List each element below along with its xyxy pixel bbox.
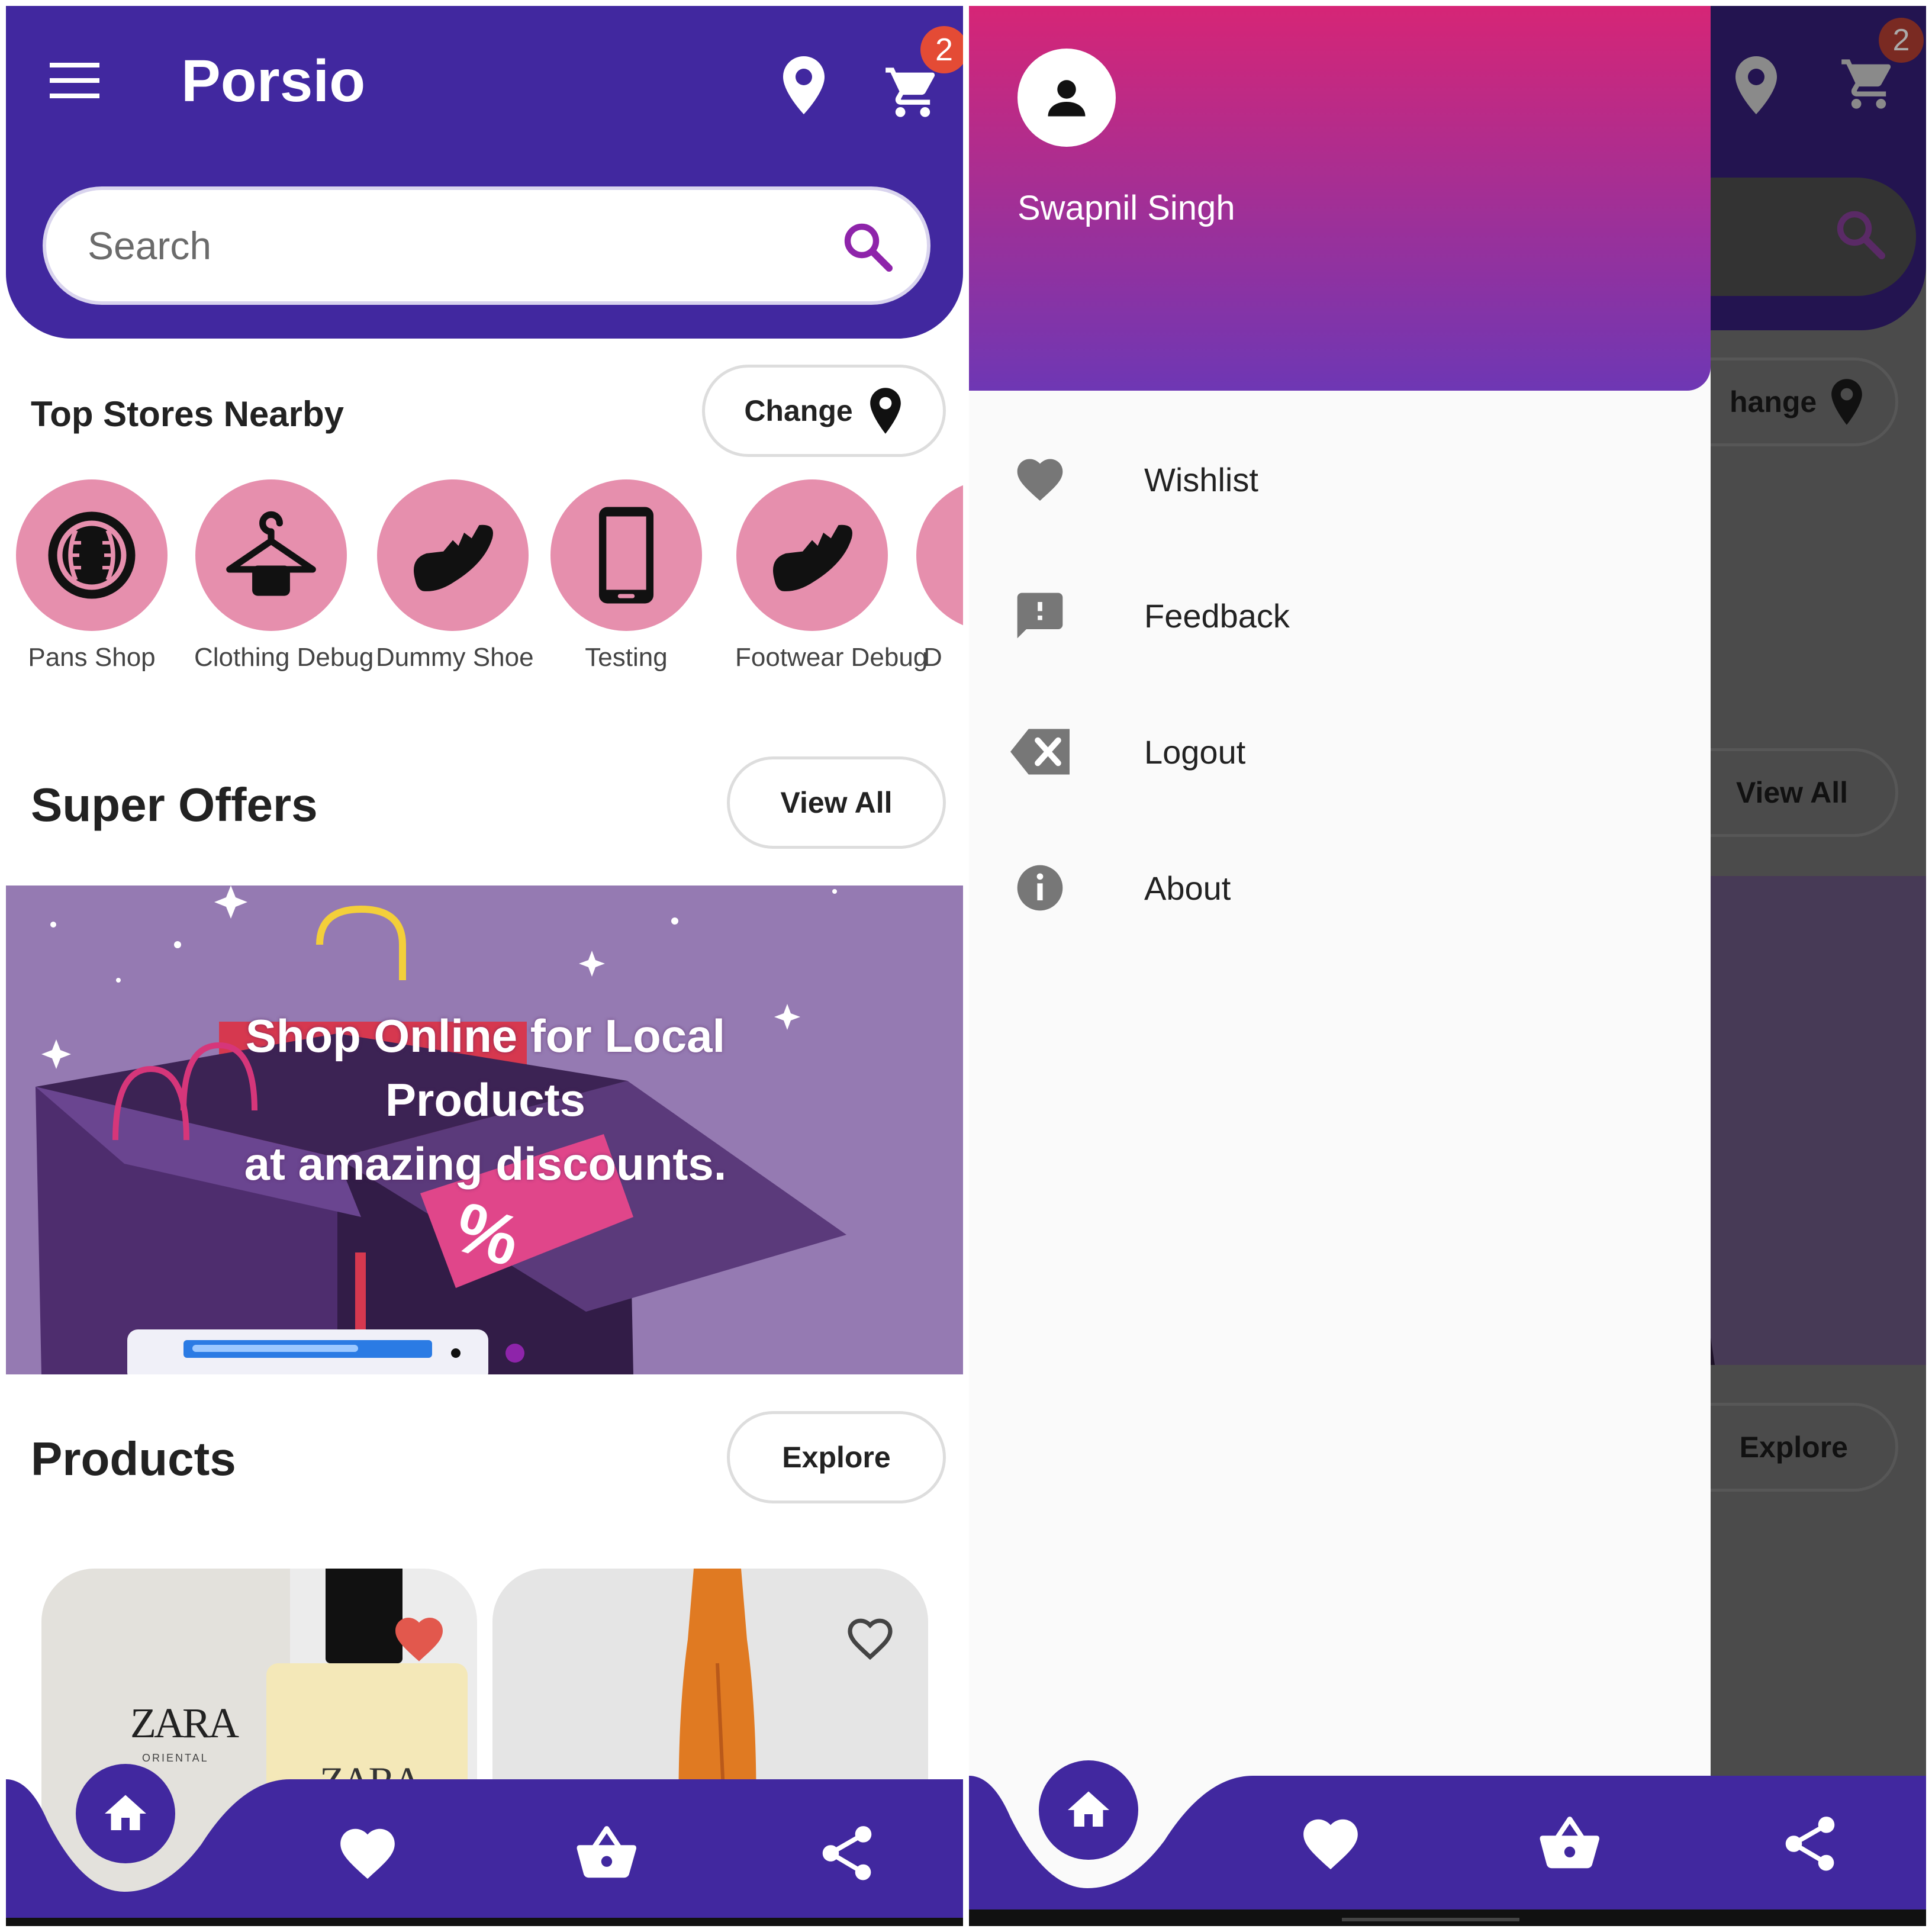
- cart-icon: [1839, 54, 1898, 114]
- store-label: Dummy Shoe: [376, 643, 534, 672]
- basket-nav-button[interactable]: [1537, 1811, 1602, 1876]
- store-item[interactable]: Footwear Debug: [735, 479, 928, 672]
- explore-button[interactable]: Explore: [727, 1411, 946, 1503]
- basket-nav-button[interactable]: [574, 1821, 639, 1886]
- shoe-icon: [736, 479, 888, 631]
- home-icon: [105, 1795, 146, 1830]
- wishlist-nav-button[interactable]: [1298, 1811, 1363, 1876]
- banner-line-3: at amazing discounts.: [244, 1138, 727, 1190]
- banner-line-1: Shop Online for Local: [245, 1010, 726, 1062]
- zara-box-subtitle: ORIENTAL: [142, 1752, 209, 1764]
- drawer-item-label: Logout: [1144, 733, 1246, 771]
- location-pin-icon: [1831, 379, 1863, 425]
- drawer-item-wishlist[interactable]: Wishlist: [969, 426, 1711, 533]
- banner-headline: Shop Online for Local Products at amazin…: [183, 1004, 787, 1196]
- store-label: Footwear Debug: [735, 643, 928, 672]
- bottom-navigation: [969, 1760, 1926, 1926]
- store-item[interactable]: Testing: [549, 479, 703, 672]
- store-icon: [916, 479, 963, 631]
- change-label: Change: [744, 394, 853, 427]
- heart-icon: [340, 1828, 395, 1879]
- search-icon[interactable]: [839, 218, 896, 275]
- basket-icon: [577, 1826, 636, 1878]
- person-icon: [1048, 80, 1086, 117]
- search-bar[interactable]: Search: [43, 186, 930, 305]
- baseball-icon: [16, 479, 168, 631]
- share-icon: [822, 1826, 872, 1881]
- share-icon: [1785, 1817, 1835, 1871]
- offers-banner[interactable]: Shop Online for Local Products at amazin…: [6, 886, 963, 1374]
- zara-box-logo: ZARA: [130, 1699, 239, 1747]
- cart-icon[interactable]: [883, 63, 942, 122]
- location-pin-icon: [867, 387, 904, 434]
- super-offers-title: Super Offers: [31, 778, 318, 831]
- wishlist-outline-icon[interactable]: [842, 1610, 899, 1663]
- user-name: Swapnil Singh: [1017, 189, 1235, 227]
- basket-icon: [1540, 1817, 1599, 1869]
- home-icon: [1068, 1791, 1109, 1827]
- backspace-icon: [1010, 722, 1070, 781]
- share-nav-button[interactable]: [814, 1821, 880, 1886]
- store-item[interactable]: D: [915, 479, 963, 672]
- info-icon: [1010, 858, 1070, 917]
- drawer-item-feedback[interactable]: Feedback: [969, 562, 1711, 669]
- banner-line-2: Products: [385, 1074, 586, 1126]
- change-label: hange: [1730, 385, 1817, 418]
- change-location-button[interactable]: Change: [702, 365, 946, 457]
- wishlist-filled-icon[interactable]: [391, 1610, 447, 1663]
- menu-icon[interactable]: [50, 63, 99, 98]
- drawer-item-about[interactable]: About: [969, 835, 1711, 941]
- store-item[interactable]: Clothing Debug: [194, 479, 374, 672]
- app-title: Porsio: [181, 48, 366, 114]
- home-nav-button[interactable]: [1039, 1760, 1138, 1860]
- location-pin-icon: [1731, 56, 1781, 115]
- home-nav-button[interactable]: [76, 1764, 175, 1863]
- drawer-item-label: About: [1144, 869, 1231, 907]
- drawer-item-label: Feedback: [1144, 597, 1290, 635]
- navigation-drawer: Swapnil Singh Wishlist Feedback Logout A…: [969, 6, 1711, 1926]
- top-stores-title: Top Stores Nearby: [31, 394, 344, 434]
- heart-icon: [1303, 1819, 1358, 1870]
- avatar[interactable]: [1017, 49, 1116, 147]
- phone-icon: [550, 479, 702, 631]
- bottom-navigation: [6, 1764, 963, 1926]
- view-all-button[interactable]: View All: [727, 756, 946, 849]
- store-label: Clothing Debug: [194, 643, 374, 672]
- home-screen: Porsio 2 Search Top Stores Nearby Change…: [6, 6, 963, 1926]
- drawer-item-logout[interactable]: Logout: [969, 698, 1711, 805]
- drawer-item-label: Wishlist: [1144, 461, 1258, 498]
- store-label: D: [923, 643, 942, 672]
- search-input[interactable]: Search: [88, 216, 211, 275]
- cart-count-badge: 2: [1879, 18, 1924, 63]
- share-nav-button[interactable]: [1778, 1811, 1843, 1876]
- store-item[interactable]: Dummy Shoe: [376, 479, 534, 672]
- products-title: Products: [31, 1432, 236, 1485]
- shoe-icon: [377, 479, 529, 631]
- wishlist-nav-button[interactable]: [335, 1821, 400, 1886]
- feedback-icon: [1010, 586, 1070, 645]
- location-pin-icon[interactable]: [779, 56, 829, 115]
- heart-icon: [1010, 450, 1070, 509]
- hanger-icon: [195, 479, 347, 631]
- store-label: Testing: [585, 643, 668, 672]
- cart-count-badge: 2: [920, 26, 963, 73]
- store-label: Pans Shop: [28, 643, 156, 672]
- drawer-screen: 2 hange View All Explore Swapnil Singh W…: [969, 6, 1926, 1926]
- store-item[interactable]: Pans Shop: [15, 479, 169, 672]
- search-icon: [1837, 211, 1885, 259]
